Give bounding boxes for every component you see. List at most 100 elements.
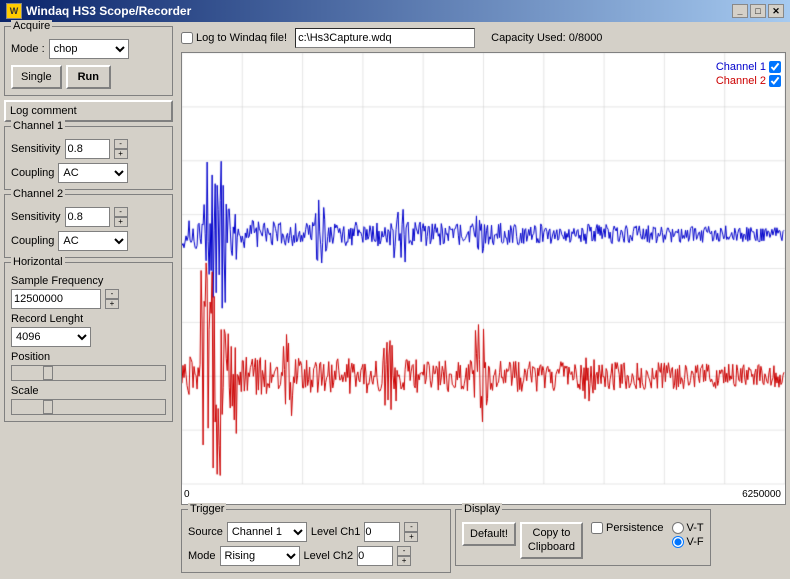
horizontal-group: Horizontal Sample Frequency - + Record L…	[4, 262, 173, 422]
channel1-title: Channel 1	[11, 120, 65, 132]
chart-x-min: 0	[184, 489, 190, 500]
file-path-input[interactable]	[295, 28, 475, 48]
level-ch2-spin: - +	[397, 546, 411, 566]
log-checkbox-group: Log to Windaq file!	[181, 32, 287, 44]
sample-freq-plus[interactable]: +	[105, 299, 119, 309]
ch2-sensitivity-row: Sensitivity - +	[11, 207, 166, 227]
ch1-sensitivity-row: Sensitivity - +	[11, 139, 166, 159]
ch2-legend-checkbox[interactable]	[769, 75, 781, 87]
log-checkbox[interactable]	[181, 32, 193, 44]
position-section: Position	[11, 351, 166, 381]
scale-slider[interactable]	[11, 399, 166, 415]
mode-select[interactable]: chop alt	[49, 39, 129, 59]
vf-label: V-F	[687, 536, 704, 548]
display-title: Display	[462, 503, 502, 515]
acquire-group-title: Acquire	[11, 20, 52, 32]
title-bar: W Windaq HS3 Scope/Recorder _ □ ✕	[0, 0, 790, 22]
ch1-legend-checkbox[interactable]	[769, 61, 781, 73]
top-bar: Log to Windaq file! Capacity Used: 0/800…	[177, 26, 786, 50]
trigger-source-row: Source Channel 1 Channel 2 Level Ch1 - +	[188, 522, 444, 542]
ch2-coupling-row: Coupling AC DC	[11, 231, 166, 251]
scope-canvas	[182, 53, 785, 504]
persistence-group: Persistence	[591, 522, 663, 534]
level-ch2-plus[interactable]: +	[397, 556, 411, 566]
trigger-source-label: Source	[188, 526, 223, 538]
chart-x-max: 6250000	[742, 489, 781, 500]
sample-freq-label: Sample Frequency	[11, 275, 103, 287]
clipboard-button[interactable]: Copy toClipboard	[520, 522, 583, 559]
record-length-label: Record Lenght	[11, 313, 83, 325]
level-ch1-plus[interactable]: +	[404, 532, 418, 542]
ch2-sensitivity-label: Sensitivity	[11, 211, 61, 223]
persistence-checkbox[interactable]	[591, 522, 603, 534]
vt-radio[interactable]	[672, 522, 684, 534]
vt-label: V-T	[687, 522, 704, 534]
trigger-mode-row: Mode Rising Falling Level Ch2 - +	[188, 546, 444, 566]
right-panel: Log to Windaq file! Capacity Used: 0/800…	[177, 22, 790, 579]
level-ch1-spin: - +	[404, 522, 418, 542]
chart-legend: Channel 1 Channel 2	[716, 61, 781, 87]
sample-freq-input[interactable]	[11, 289, 101, 309]
left-panel: Acquire Mode : chop alt Single Run Log c…	[0, 22, 177, 579]
trigger-title: Trigger	[188, 503, 226, 515]
ch1-sensitivity-plus[interactable]: +	[114, 149, 128, 159]
horizontal-title: Horizontal	[11, 256, 65, 268]
run-button[interactable]: Run	[66, 65, 111, 89]
ch2-legend-label: Channel 2	[716, 75, 766, 87]
trigger-mode-select[interactable]: Rising Falling	[220, 546, 300, 566]
legend-ch2: Channel 2	[716, 75, 781, 87]
scale-label: Scale	[11, 385, 39, 397]
ch1-sensitivity-label: Sensitivity	[11, 143, 61, 155]
display-controls-row: Default! Copy toClipboard Persistence V-…	[462, 522, 704, 559]
title-bar-left: W Windaq HS3 Scope/Recorder	[6, 3, 191, 19]
default-button[interactable]: Default!	[462, 522, 516, 546]
vt-vf-group: V-T V-F	[672, 522, 704, 548]
persistence-vtvf: Persistence	[591, 522, 663, 534]
bottom-panel: Trigger Source Channel 1 Channel 2 Level…	[177, 505, 786, 575]
level-ch2-label: Level Ch2	[304, 550, 354, 562]
close-button[interactable]: ✕	[768, 4, 784, 18]
maximize-button[interactable]: □	[750, 4, 766, 18]
acquire-group: Acquire Mode : chop alt Single Run	[4, 26, 173, 96]
single-button[interactable]: Single	[11, 65, 62, 89]
ch2-sensitivity-plus[interactable]: +	[114, 217, 128, 227]
log-comment-button[interactable]: Log comment	[4, 100, 173, 122]
channel1-group: Channel 1 Sensitivity - + Coupling AC DC	[4, 126, 173, 190]
ch1-coupling-select[interactable]: AC DC	[58, 163, 128, 183]
vf-radio[interactable]	[672, 536, 684, 548]
ch1-sensitivity-minus[interactable]: -	[114, 139, 128, 149]
display-group: Display Default! Copy toClipboard Persis…	[455, 509, 711, 566]
single-run-row: Single Run	[11, 65, 166, 89]
ch2-sensitivity-minus[interactable]: -	[114, 207, 128, 217]
record-length-select[interactable]: 4096 8192 16384	[11, 327, 91, 347]
title-controls[interactable]: _ □ ✕	[732, 4, 784, 18]
ch1-sensitivity-input[interactable]	[65, 139, 110, 159]
scale-thumb[interactable]	[43, 400, 53, 414]
level-ch2-input[interactable]	[357, 546, 393, 566]
scale-section: Scale	[11, 385, 166, 415]
vt-radio-row: V-T	[672, 522, 704, 534]
vf-radio-row: V-F	[672, 536, 704, 548]
log-label: Log to Windaq file!	[196, 32, 287, 44]
title-text: Windaq HS3 Scope/Recorder	[26, 4, 191, 18]
position-slider[interactable]	[11, 365, 166, 381]
ch1-coupling-label: Coupling	[11, 167, 54, 179]
minimize-button[interactable]: _	[732, 4, 748, 18]
ch1-sensitivity-spin: - +	[114, 139, 128, 159]
trigger-source-select[interactable]: Channel 1 Channel 2	[227, 522, 307, 542]
position-thumb[interactable]	[43, 366, 53, 380]
legend-ch1: Channel 1	[716, 61, 781, 73]
trigger-mode-label: Mode	[188, 550, 216, 562]
level-ch1-label: Level Ch1	[311, 526, 361, 538]
record-length-section: Record Lenght 4096 8192 16384	[11, 313, 166, 347]
level-ch1-minus[interactable]: -	[404, 522, 418, 532]
ch2-coupling-select[interactable]: AC DC	[58, 231, 128, 251]
app-icon: W	[6, 3, 22, 19]
capacity-label: Capacity Used: 0/8000	[491, 32, 602, 44]
record-length-row: 4096 8192 16384	[11, 327, 166, 347]
sample-freq-minus[interactable]: -	[105, 289, 119, 299]
level-ch2-minus[interactable]: -	[397, 546, 411, 556]
ch2-sensitivity-input[interactable]	[65, 207, 110, 227]
level-ch1-input[interactable]	[364, 522, 400, 542]
sample-freq-row: - +	[11, 289, 166, 309]
